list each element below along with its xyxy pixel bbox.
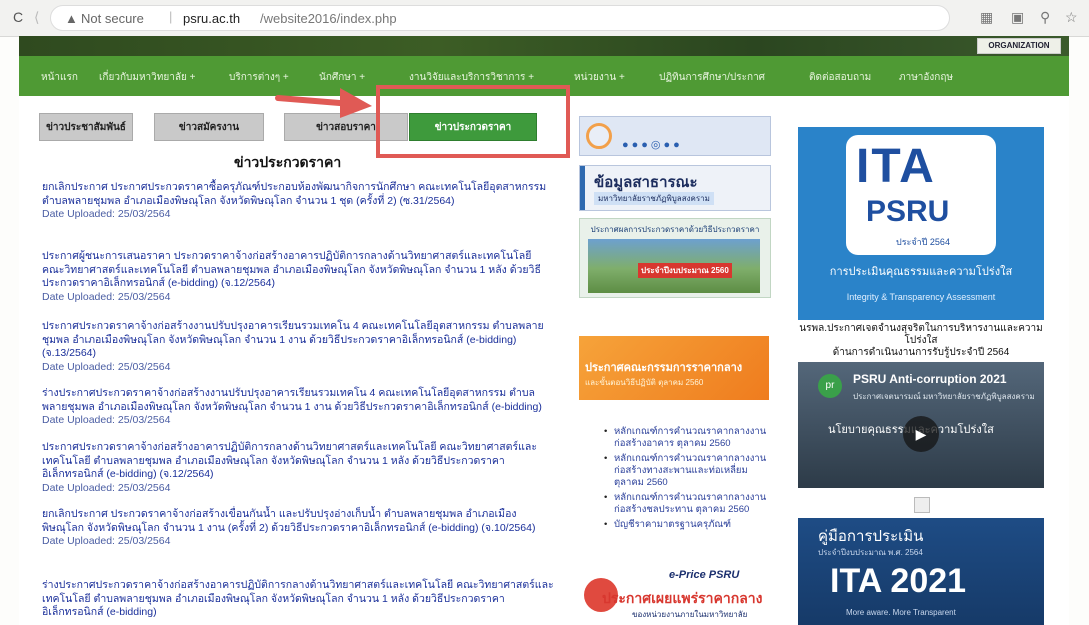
list-item[interactable]: หลักเกณฑ์การคำนวณราคากลางงานก่อสร้างชลปร… bbox=[604, 492, 769, 516]
url-path: /website2016/index.php bbox=[260, 11, 397, 26]
ita-manual-banner[interactable]: คู่มือการประเมิน ประจำปีงบประมาณ พ.ศ. 25… bbox=[798, 518, 1044, 625]
video-subtitle: ประกาศเจตนารมณ์ มหาวิทยาลัยราชภัฏพิบูลสง… bbox=[853, 392, 1035, 401]
entry-date: Date Uploaded: 25/03/2564 bbox=[42, 414, 171, 426]
list-item[interactable]: ร่างประกาศประกวดราคาจ้างก่อสร้างอาคารปฏิ… bbox=[42, 579, 554, 620]
nav-item-units[interactable]: หน่วยงาน + bbox=[574, 70, 625, 85]
nav-item-research[interactable]: งานวิจัยและบริการวิชาการ + bbox=[409, 70, 534, 85]
nav-item-english[interactable]: ภาษาอังกฤษ bbox=[899, 70, 953, 85]
ita-banner[interactable]: ITA PSRU ประจำปี 2564 การประเมินคุณธรรมแ… bbox=[798, 127, 1044, 320]
broken-image-icon bbox=[914, 497, 930, 513]
ita-caption: การประเมินคุณธรรมและความโปร่งใส bbox=[829, 266, 1013, 278]
manual-subtitle: ประจำปีงบประมาณ พ.ศ. 2564 bbox=[818, 548, 923, 557]
social-media-banner[interactable]: ●●●◎●● bbox=[579, 116, 771, 156]
social-icons: ●●●◎●● bbox=[622, 139, 683, 151]
bookmark-star-icon[interactable]: ☆ bbox=[1065, 9, 1078, 26]
psru-logo-text: PSRU bbox=[866, 195, 950, 228]
entry-date: Date Uploaded: 25/03/2564 bbox=[42, 290, 171, 303]
security-label: Not secure bbox=[81, 11, 144, 26]
manual-label: คู่มือการประเมิน bbox=[818, 528, 924, 545]
entry-text[interactable]: ร่างประกาศประกวดราคาจ้างก่อสร้างอาคารปฏิ… bbox=[42, 579, 554, 618]
address-bar[interactable]: ▲ Not secure | psru.ac.th /website2016/i… bbox=[50, 5, 950, 31]
nav-item-calendar[interactable]: ปฏิทินการศึกษา/ประกาศ bbox=[659, 70, 765, 85]
url-host: psru.ac.th bbox=[183, 11, 241, 26]
entry-text[interactable]: ประกาศผู้ชนะการเสนอราคา ประกวดราคาจ้างก่… bbox=[42, 250, 541, 289]
nav-item-about[interactable]: เกี่ยวกับมหาวิทยาลัย + bbox=[99, 70, 195, 85]
public-info-title: ข้อมูลสาธารณะ bbox=[594, 174, 698, 191]
integrity-notice-line-1: นรพล.ประกาศเจตจำนงสุจริตในการบริหารงานแล… bbox=[799, 323, 1043, 346]
entry-text[interactable]: ประกาศประกวดราคาจ้างก่อสร้างงานปรับปรุงอ… bbox=[42, 320, 544, 359]
list-item[interactable]: ร่างประกาศประกวดราคาจ้างก่อสร้างงานปรับป… bbox=[42, 387, 554, 428]
video-title: PSRU Anti-corruption 2021 bbox=[853, 372, 1007, 386]
list-item[interactable]: ยกเลิกประกาศ ประกาศประกวดราคาซื้อครุภัณฑ… bbox=[42, 181, 554, 222]
manual-tagline: More aware. More Transparent bbox=[846, 608, 956, 617]
public-info-banner[interactable]: ข้อมูลสาธารณะ มหาวิทยาลัยราชภัฏพิบูลสงคร… bbox=[579, 165, 771, 211]
bidding-results-banner[interactable]: ประกาศผลการประกวดราคาด้วยวิธีประกวดราคา … bbox=[579, 218, 771, 298]
list-item[interactable]: หลักเกณฑ์การคำนวณราคากลางงานก่อสร้างอาคา… bbox=[604, 426, 769, 450]
ita-logo-text: ITA bbox=[856, 140, 936, 193]
channel-avatar: pr bbox=[818, 374, 842, 398]
ita-year: ประจำปี 2564 bbox=[896, 237, 950, 247]
list-item[interactable]: ประกาศผู้ชนะการเสนอราคา ประกวดราคาจ้างก่… bbox=[42, 250, 554, 304]
play-icon[interactable]: ▶ bbox=[903, 416, 939, 452]
price-committee-banner[interactable]: ประกาศคณะกรรมการราคากลาง และขั้นตอนวิธีป… bbox=[579, 336, 769, 400]
list-item[interactable]: บัญชีราคามาตรฐานครุภัณฑ์ bbox=[604, 519, 769, 531]
list-item[interactable]: ประกาศประกวดราคาจ้างก่อสร้างอาคารปฏิบัติ… bbox=[42, 441, 554, 495]
nav-item-contact[interactable]: ติดต่อสอบถาม bbox=[809, 70, 871, 85]
list-item[interactable]: หลักเกณฑ์การคำนวณราคากลางงานก่อสร้างทางส… bbox=[604, 453, 769, 489]
entry-date: Date Uploaded: 25/03/2564 bbox=[42, 208, 171, 220]
zoom-icon[interactable]: ⚲ bbox=[1040, 9, 1050, 26]
e-price-title: ประกาศเผยแพร่ราคากลาง bbox=[602, 590, 763, 606]
annotation-arrow bbox=[275, 88, 372, 118]
tab-pr-news[interactable]: ข่าวประชาสัมพันธ์ bbox=[39, 113, 133, 141]
anti-corruption-video[interactable]: pr PSRU Anti-corruption 2021 ประกาศเจตนา… bbox=[798, 362, 1044, 488]
nav-item-home[interactable]: หน้าแรก bbox=[41, 70, 78, 85]
banner-logo: ORGANIZATION bbox=[977, 38, 1061, 54]
entry-text[interactable]: ยกเลิกประกาศ ประกาศประกวดราคาซื้อครุภัณฑ… bbox=[42, 181, 546, 207]
integrity-notice-line-2: ด้านการดำเนินงานการรับรู้ประจำปี 2564 bbox=[832, 347, 1010, 358]
ita-caption-en: Integrity & Transparency Assessment bbox=[846, 292, 996, 302]
back-icon[interactable]: ⟨ bbox=[34, 9, 39, 26]
entry-date: Date Uploaded: 25/03/2564 bbox=[42, 360, 171, 373]
annotation-highlight-box bbox=[376, 85, 570, 158]
integrity-notice[interactable]: นรพล.ประกาศเจตจำนงสุจริตในการบริหารงานแล… bbox=[798, 323, 1044, 359]
entry-text[interactable]: ยกเลิกประกาศ ประกวดราคาจ้างก่อสร้างเขื่อ… bbox=[42, 508, 535, 534]
e-price-label: e-Price PSRU bbox=[669, 569, 740, 581]
tab-job-news[interactable]: ข่าวสมัครงาน bbox=[154, 113, 264, 141]
translate-icon[interactable]: ▣ bbox=[1011, 9, 1024, 26]
entry-text[interactable]: ร่างประกาศประกวดราคาจ้างก่อสร้างงานปรับป… bbox=[42, 387, 542, 413]
gear-icon bbox=[586, 123, 612, 149]
price-guidelines-list: หลักเกณฑ์การคำนวณราคากลางงานก่อสร้างอาคา… bbox=[604, 426, 769, 531]
e-price-subtitle: ของหน่วยงานภายในมหาวิทยาลัย bbox=[632, 610, 748, 619]
public-info-subtitle: มหาวิทยาลัยราชภัฏพิบูลสงคราม bbox=[594, 192, 714, 205]
budget-year-label: ประจำปีงบประมาณ 2560 bbox=[638, 263, 732, 278]
reload-icon[interactable]: C bbox=[13, 9, 23, 25]
warning-icon: ▲ bbox=[65, 11, 78, 26]
browser-toolbar: C ⟨ ▲ Not secure | psru.ac.th /website20… bbox=[0, 0, 1089, 37]
entry-text[interactable]: ประกาศประกวดราคาจ้างก่อสร้างอาคารปฏิบัติ… bbox=[42, 441, 537, 480]
e-price-banner[interactable]: e-Price PSRU ประกาศเผยแพร่ราคากลาง ของหน… bbox=[584, 566, 769, 625]
separator: | bbox=[169, 9, 173, 24]
ita-2021-title: ITA 2021 bbox=[830, 562, 967, 600]
entry-date: Date Uploaded: 25/03/2564 bbox=[42, 481, 171, 494]
price-committee-title: ประกาศคณะกรรมการราคากลาง bbox=[585, 362, 743, 374]
entry-date: Date Uploaded: 25/03/2564 bbox=[42, 535, 171, 547]
website: ORGANIZATION หน้าแรก เกี่ยวกับมหาวิทยาลั… bbox=[19, 36, 1069, 625]
bidding-results-title: ประกาศผลการประกวดราคาด้วยวิธีประกวดราคา bbox=[590, 225, 760, 234]
header-banner: ORGANIZATION bbox=[19, 36, 1069, 56]
ita-logo-card: ITA PSRU ประจำปี 2564 bbox=[846, 135, 996, 255]
section-title: ข่าวประกวดราคา bbox=[234, 154, 342, 170]
list-item[interactable]: ประกาศประกวดราคาจ้างก่อสร้างงานปรับปรุงอ… bbox=[42, 320, 554, 374]
qr-icon[interactable]: ▦ bbox=[980, 9, 993, 26]
price-committee-subtitle: และขั้นตอนวิธีปฏิบัติ ตุลาคม 2560 bbox=[585, 378, 704, 387]
list-item[interactable]: ยกเลิกประกาศ ประกวดราคาจ้างก่อสร้างเขื่อ… bbox=[42, 508, 554, 549]
